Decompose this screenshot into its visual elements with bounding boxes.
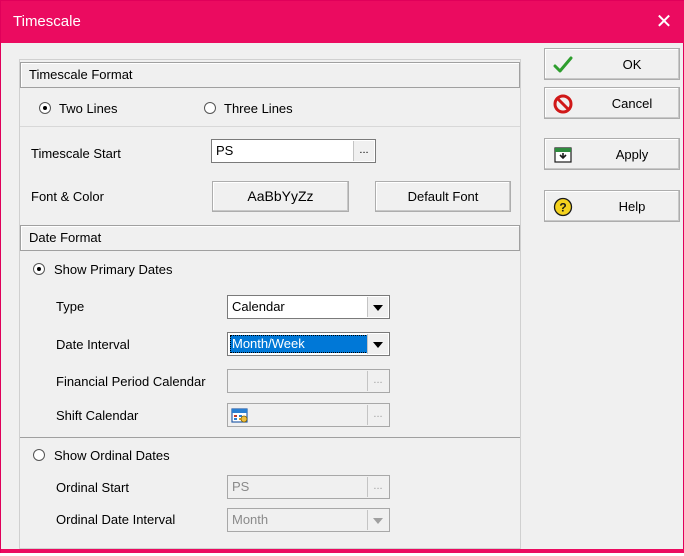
- show-primary-dates-label: Show Primary Dates: [54, 262, 173, 277]
- font-color-label: Font & Color: [31, 189, 104, 204]
- ordinal-start-browse-button: ...: [367, 477, 388, 497]
- font-sample-button[interactable]: AaBbYyZz: [212, 181, 349, 212]
- timescale-start-field[interactable]: PS ...: [211, 139, 376, 163]
- shift-calendar-browse-button: ...: [367, 405, 388, 425]
- two-lines-radio[interactable]: [39, 102, 51, 114]
- three-lines-radio[interactable]: [204, 102, 216, 114]
- timescale-start-value: PS: [216, 143, 234, 158]
- date-interval-label: Date Interval: [56, 337, 130, 352]
- close-icon[interactable]: ✕: [649, 7, 679, 37]
- two-lines-label: Two Lines: [59, 101, 118, 116]
- type-dropdown[interactable]: Calendar: [227, 295, 390, 319]
- svg-text:?: ?: [559, 201, 566, 215]
- help-label: Help: [618, 199, 646, 214]
- apply-label: Apply: [615, 147, 649, 162]
- date-interval-dropdown[interactable]: Month/Week: [227, 332, 390, 356]
- financial-period-label: Financial Period Calendar: [56, 374, 206, 389]
- date-format-header: Date Format: [20, 225, 520, 251]
- ordinal-interval-value: Month: [232, 512, 269, 527]
- ordinal-start-label: Ordinal Start: [56, 480, 129, 495]
- apply-button[interactable]: Apply: [544, 138, 680, 170]
- apply-icon: [553, 145, 573, 165]
- ordinal-start-value: PS: [232, 479, 250, 494]
- shift-calendar-field: ...: [227, 403, 390, 427]
- timescale-start-label: Timescale Start: [31, 146, 121, 161]
- help-button[interactable]: ? Help: [544, 190, 680, 222]
- timescale-format-header: Timescale Format: [20, 62, 520, 88]
- checkmark-icon: [553, 55, 573, 75]
- window-title: Timescale: [13, 13, 81, 30]
- type-label: Type: [56, 299, 85, 314]
- ordinal-interval-dropdown: Month: [227, 508, 390, 532]
- divider: [20, 126, 520, 127]
- cancel-label: Cancel: [611, 96, 653, 111]
- help-icon: ?: [553, 197, 573, 217]
- chevron-down-icon[interactable]: [367, 297, 388, 317]
- no-entry-icon: [553, 94, 573, 114]
- divider: [20, 437, 520, 438]
- show-ordinal-dates-radio[interactable]: [33, 449, 45, 461]
- chevron-down-icon: [367, 510, 388, 530]
- financial-period-browse-button: ...: [367, 371, 388, 391]
- ok-button[interactable]: OK: [544, 48, 680, 80]
- chevron-down-icon[interactable]: [367, 334, 388, 354]
- default-font-button[interactable]: Default Font: [375, 181, 511, 212]
- ok-label: OK: [622, 57, 642, 72]
- show-ordinal-dates-label: Show Ordinal Dates: [54, 448, 170, 463]
- ordinal-interval-label: Ordinal Date Interval: [56, 512, 176, 527]
- calendar-icon: [231, 406, 249, 424]
- three-lines-label: Three Lines: [224, 101, 293, 116]
- show-primary-dates-radio[interactable]: [33, 263, 45, 275]
- ordinal-start-field: PS ...: [227, 475, 390, 499]
- cancel-button[interactable]: Cancel: [544, 87, 680, 119]
- timescale-start-browse-button[interactable]: ...: [353, 141, 374, 161]
- financial-period-field: ...: [227, 369, 390, 393]
- shift-calendar-label: Shift Calendar: [56, 408, 139, 423]
- bottom-border: [1, 549, 684, 553]
- timescale-dialog: Timescale ✕ Timescale Format Two Lines T…: [0, 0, 684, 553]
- type-value: Calendar: [232, 299, 285, 314]
- date-interval-value: Month/Week: [232, 336, 305, 351]
- title-bar: Timescale ✕: [1, 1, 684, 43]
